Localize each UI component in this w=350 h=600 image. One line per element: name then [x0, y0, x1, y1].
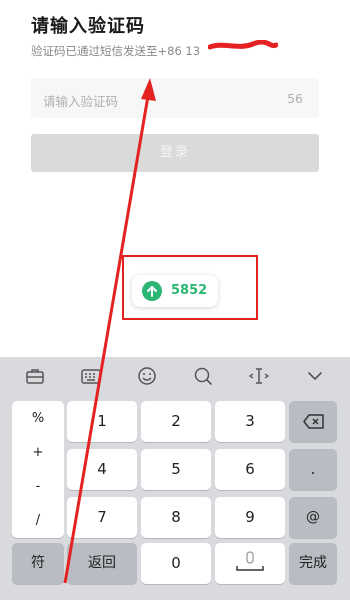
- key-2[interactable]: 2: [141, 401, 211, 442]
- redaction-scribble: [208, 40, 278, 50]
- microphone-icon: [236, 551, 264, 571]
- cursor-icon[interactable]: [248, 365, 270, 387]
- done-key[interactable]: 完成: [289, 543, 337, 584]
- key-1[interactable]: 1: [67, 401, 137, 442]
- verification-page: { "header": { "title": "请输入验证码", "subtit…: [0, 0, 350, 600]
- search-icon[interactable]: [192, 365, 214, 387]
- key-0[interactable]: 0: [141, 543, 211, 584]
- backspace-key[interactable]: [289, 401, 337, 442]
- symbol-column[interactable]: % + - /: [12, 401, 64, 538]
- sms-sent-notice: 验证码已通过短信发送至+86 13: [31, 44, 201, 58]
- login-button[interactable]: 登录: [31, 134, 319, 172]
- backspace-icon: [303, 414, 324, 429]
- symbol-key[interactable]: %: [12, 411, 64, 426]
- code-placeholder: 请输入验证码: [43, 94, 119, 109]
- key-8[interactable]: 8: [141, 497, 211, 538]
- sms-code-suggestion[interactable]: 5852: [132, 275, 218, 307]
- chevron-down-icon[interactable]: [304, 365, 326, 387]
- symbol-key[interactable]: /: [12, 513, 64, 528]
- upload-arrow-icon: [142, 281, 162, 301]
- dot-key[interactable]: .: [289, 449, 337, 490]
- key-4[interactable]: 4: [67, 449, 137, 490]
- keyboard-toolbar: [0, 357, 350, 395]
- suggested-code: 5852: [171, 283, 208, 298]
- symbol-switch-key[interactable]: 符: [12, 543, 64, 584]
- keyboard-icon[interactable]: [80, 365, 102, 387]
- space-key[interactable]: [215, 543, 285, 584]
- page-title: 请输入验证码: [31, 16, 145, 37]
- symbol-key[interactable]: -: [12, 479, 64, 494]
- symbol-key[interactable]: +: [12, 445, 64, 460]
- at-key[interactable]: @: [289, 497, 337, 538]
- briefcase-icon[interactable]: [24, 365, 46, 387]
- numeric-keyboard: % + - / 1 2 3 4 5 6 . 7 8 9 @ 符 返回 0 完成: [0, 357, 350, 600]
- back-key[interactable]: 返回: [67, 543, 137, 584]
- resend-countdown: 56: [287, 91, 303, 106]
- key-3[interactable]: 3: [215, 401, 285, 442]
- key-6[interactable]: 6: [215, 449, 285, 490]
- key-7[interactable]: 7: [67, 497, 137, 538]
- key-5[interactable]: 5: [141, 449, 211, 490]
- verification-code-input[interactable]: 请输入验证码 56: [31, 78, 319, 118]
- emoji-icon[interactable]: [136, 365, 158, 387]
- key-9[interactable]: 9: [215, 497, 285, 538]
